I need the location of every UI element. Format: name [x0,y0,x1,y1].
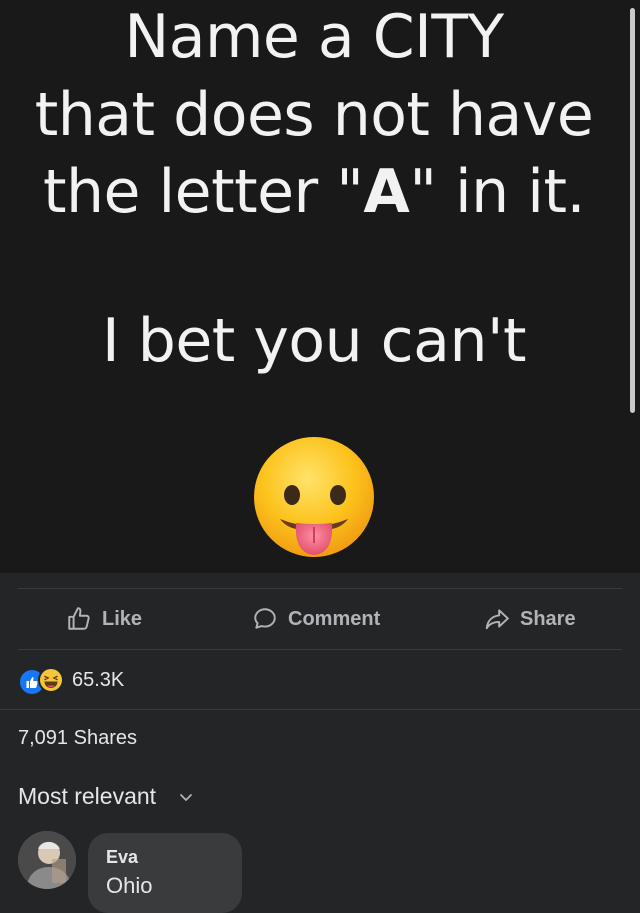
meme-line-4: I bet you can't [102,306,526,376]
meme-bold-letter: A [363,157,410,227]
sort-label: Most relevant [18,783,157,809]
face-with-tongue-icon [254,437,374,557]
share-arrow-icon [485,609,509,630]
meme-line-2: that does not have [34,80,594,150]
meme-line-3-start: the letter " [42,157,364,227]
share-button[interactable]: Share [484,605,576,633]
comment-bubble[interactable]: Eva Ohio [88,833,242,913]
shares-count[interactable]: 7,091 Shares [18,727,137,750]
chevron-down-icon [180,793,192,801]
reactions-summary[interactable]: 65.3K [18,665,125,696]
meme-line-3-end: " in it. [409,157,586,227]
like-button[interactable]: Like [66,605,142,633]
divider [0,709,640,710]
like-label: Like [102,607,143,630]
comment-icon [254,608,276,629]
meme-line-3: the letter "A" in it. [0,157,628,227]
comment-label: Comment [288,607,381,630]
post-image[interactable]: Name a CITY that does not have the lette… [0,0,640,573]
comment-button[interactable]: Comment [252,605,380,633]
reaction-count: 65.3K [72,668,125,691]
comment-text: Ohio [106,873,153,898]
scrollbar[interactable] [630,8,635,413]
reaction-icons [18,666,70,696]
thumbs-up-icon [68,607,90,630]
comment-author[interactable]: Eva [106,847,138,868]
avatar[interactable] [18,831,76,889]
meme-line-1: Name a CITY [124,2,504,72]
share-label: Share [520,607,576,630]
haha-reaction-icon [38,667,64,693]
user-avatar-icon [18,831,76,889]
action-bar: Like Comment Share [18,588,622,650]
comment-sort-dropdown[interactable]: Most relevant [18,783,194,810]
